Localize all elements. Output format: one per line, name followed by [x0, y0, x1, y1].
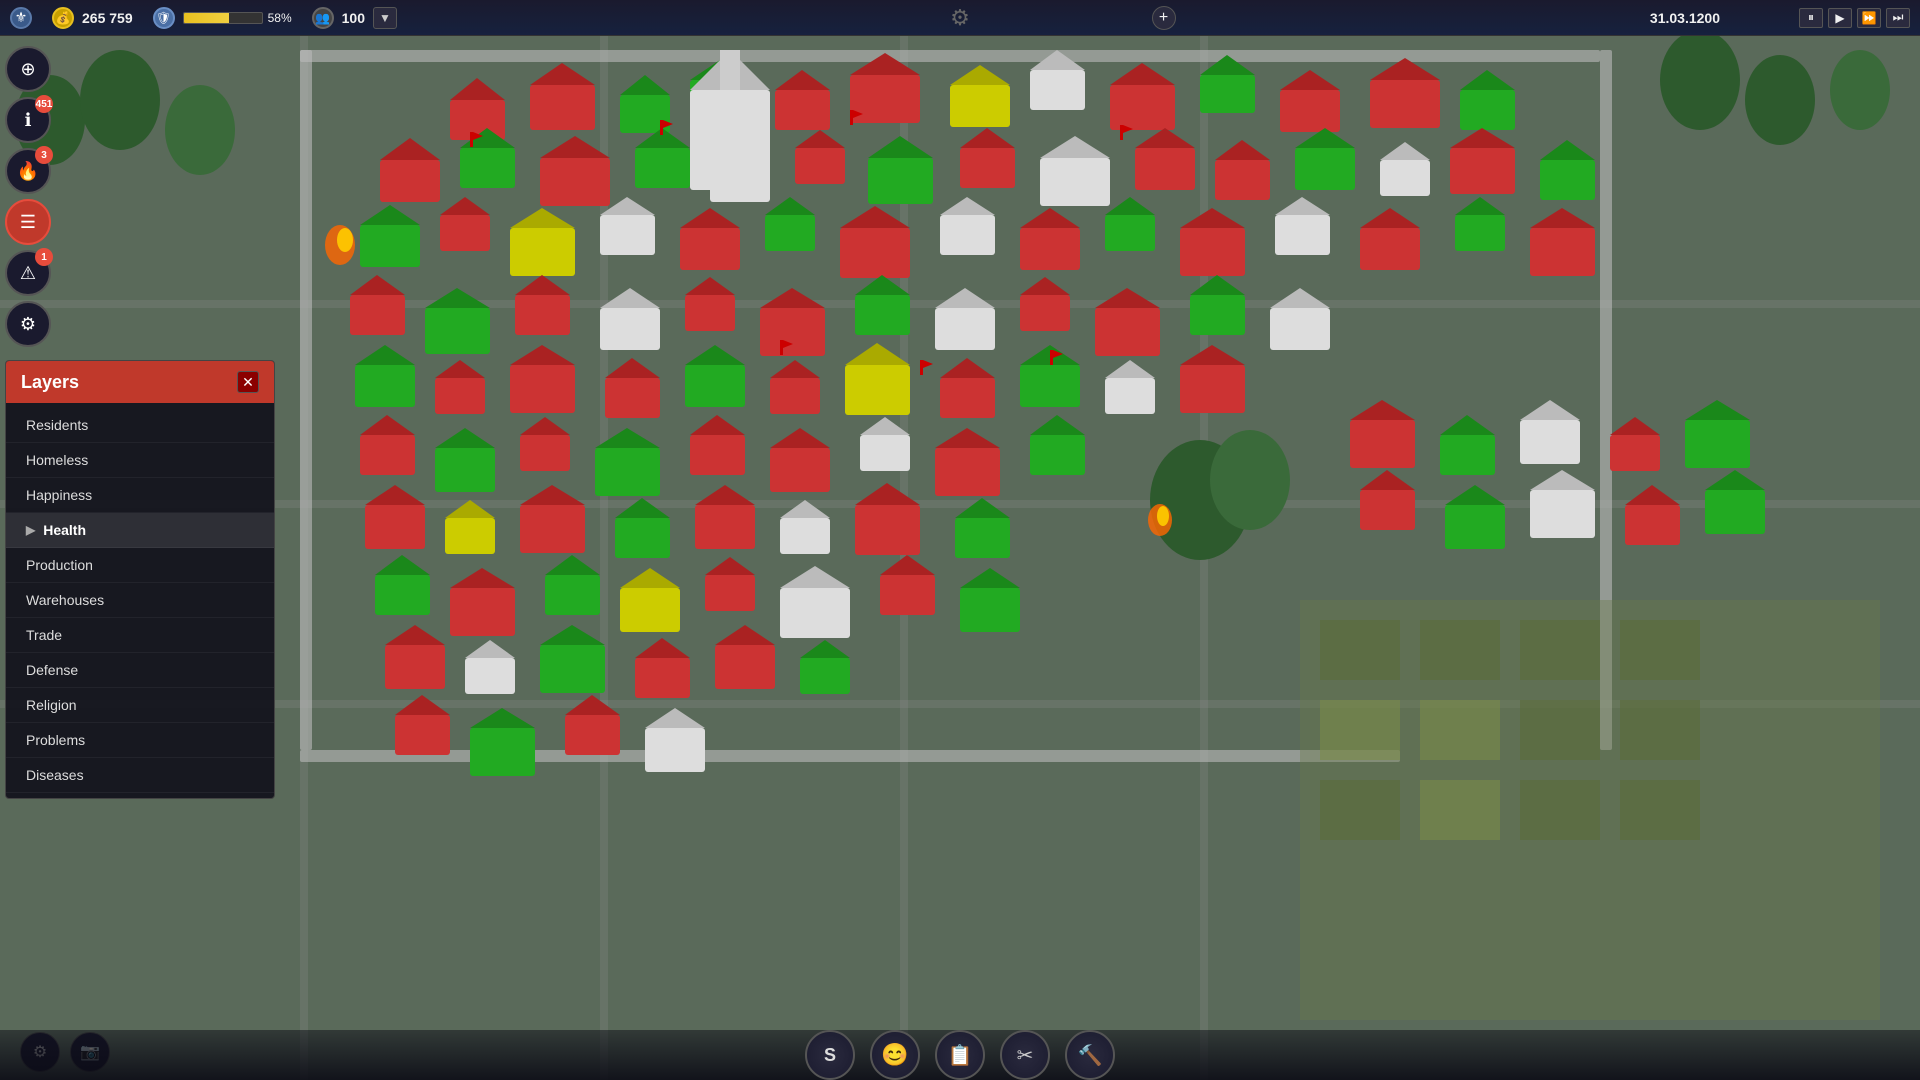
layer-item-residents[interactable]: Residents [6, 408, 274, 443]
fire-button[interactable]: 🔥 3 [5, 148, 51, 194]
list-icon: 📋 [948, 1043, 973, 1068]
pause-button[interactable]: ⏸ [1799, 8, 1823, 28]
happiness-label: Happiness [26, 487, 92, 503]
layers-header: Layers ✕ [6, 361, 274, 403]
health-bar-fill [184, 13, 229, 23]
hammer-icon: 🔨 [1078, 1043, 1103, 1068]
alert-button[interactable]: ⚠ 1 [5, 250, 51, 296]
currency-value: 265 759 [82, 10, 133, 26]
defense-label: Defense [26, 662, 78, 678]
playback-controls: ⏸ ▶ ⏩ ⏭ [1799, 8, 1910, 28]
population-icon: 👥 [312, 7, 334, 29]
emblem-section: ⚜ [10, 7, 32, 29]
fire-badge: 3 [35, 146, 53, 164]
date-display: 31.03.1200 [1650, 10, 1720, 26]
map-svg [0, 0, 1920, 1080]
crosshair-icon: ⊕ [20, 59, 35, 80]
layer-item-production[interactable]: Production [6, 548, 274, 583]
emblem-icon: ⚜ [10, 7, 32, 29]
tools-icon: ✂ [1017, 1043, 1034, 1068]
bottom-btn-tools[interactable]: ✂ [1000, 1030, 1050, 1080]
population-value: 100 [342, 10, 365, 26]
layer-item-defense[interactable]: Defense [6, 653, 274, 688]
shield-icon: 🛡 [153, 7, 175, 29]
fast-forward-button[interactable]: ⏩ [1857, 8, 1881, 28]
religion-label: Religion [26, 697, 77, 713]
layer-item-problems[interactable]: Problems [6, 723, 274, 758]
health-label: Health [43, 522, 86, 538]
alert-badge: 1 [35, 248, 53, 266]
map-button[interactable]: ⊕ [5, 46, 51, 92]
population-dropdown[interactable]: ▼ [373, 7, 397, 29]
layers-title: Layers [21, 372, 79, 393]
shield-percent: 58% [268, 11, 292, 25]
fire-icon: 🔥 [17, 161, 39, 182]
health-arrow-icon: ▶ [26, 523, 35, 537]
trade-label: Trade [26, 627, 62, 643]
warehouses-label: Warehouses [26, 592, 104, 608]
homeless-label: Homeless [26, 452, 88, 468]
gear-decoration: ⚙ [950, 5, 970, 31]
layer-item-warehouses[interactable]: Warehouses [6, 583, 274, 618]
layers-icon: ☰ [20, 212, 36, 233]
info-button[interactable]: ℹ 451 [5, 97, 51, 143]
population-section: 👥 100 ▼ [312, 7, 397, 29]
bottom-btn-hammer[interactable]: 🔨 [1065, 1030, 1115, 1080]
layer-item-homeless[interactable]: Homeless [6, 443, 274, 478]
skip-button[interactable]: ⏭ [1886, 8, 1910, 28]
layer-item-happiness[interactable]: Happiness [6, 478, 274, 513]
s-icon: S [824, 1045, 836, 1066]
layers-panel: Layers ✕ Residents Homeless Happiness ▶ … [5, 360, 275, 799]
info-icon: ℹ [25, 110, 32, 131]
production-label: Production [26, 557, 93, 573]
bottom-btn-list[interactable]: 📋 [935, 1030, 985, 1080]
layer-item-religion[interactable]: Religion [6, 688, 274, 723]
face-icon: 😊 [881, 1042, 908, 1068]
bottom-btn-face[interactable]: 😊 [870, 1030, 920, 1080]
residents-label: Residents [26, 417, 88, 433]
top-bar: ⚜ 💰 265 759 🛡 58% 👥 100 ▼ + ⚙ 31.03.1200… [0, 0, 1920, 36]
health-bar-container: 58% [183, 11, 292, 25]
health-bar [183, 12, 263, 24]
layers-list: Residents Homeless Happiness ▶ Health Pr… [6, 403, 274, 798]
coin-icon: 💰 [52, 7, 74, 29]
currency-section: 💰 265 759 [52, 7, 133, 29]
alert-icon: ⚠ [20, 263, 36, 284]
game-map [0, 0, 1920, 1080]
layers-button[interactable]: ☰ [5, 199, 51, 245]
layer-item-health[interactable]: ▶ Health [6, 513, 274, 548]
layers-close-button[interactable]: ✕ [237, 371, 259, 393]
bottom-btn-s[interactable]: S [805, 1030, 855, 1080]
settings-button[interactable]: ⚙ [5, 301, 51, 347]
left-sidebar: ⊕ ℹ 451 🔥 3 ☰ ⚠ 1 ⚙ [0, 36, 56, 357]
bottom-bar: S 😊 📋 ✂ 🔨 [0, 1030, 1920, 1080]
info-badge: 451 [35, 95, 53, 113]
cog-icon: ⚙ [20, 314, 36, 335]
layer-item-trade[interactable]: Trade [6, 618, 274, 653]
diseases-label: Diseases [26, 767, 84, 783]
play-button[interactable]: ▶ [1828, 8, 1852, 28]
problems-label: Problems [26, 732, 85, 748]
layer-item-diseases[interactable]: Diseases [6, 758, 274, 793]
shield-section: 🛡 58% [153, 7, 292, 29]
add-button[interactable]: + [1152, 6, 1176, 30]
